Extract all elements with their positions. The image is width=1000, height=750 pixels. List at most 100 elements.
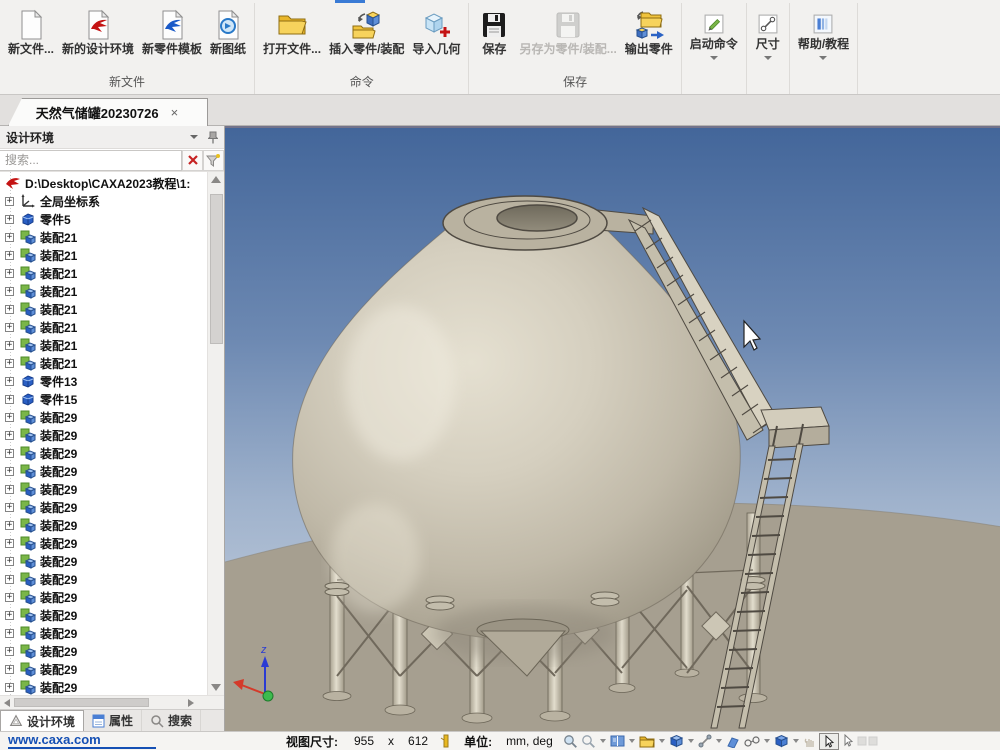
tree-item[interactable]: + 装配29 (0, 660, 207, 678)
chevron-down-icon[interactable] (600, 739, 606, 746)
tree-item[interactable]: + 装配29 (0, 444, 207, 462)
dimension-button[interactable]: 尺寸 (751, 5, 785, 65)
chevron-down-icon[interactable] (659, 739, 665, 746)
document-tab[interactable]: 天然气储罐20230726 × (8, 98, 208, 126)
expander-icon[interactable]: + (5, 251, 14, 260)
tree-item[interactable]: + 装配29 (0, 552, 207, 570)
tree-item[interactable]: + 装配29 (0, 678, 207, 695)
zoom-window-icon[interactable] (581, 734, 596, 749)
tree-item[interactable]: + 装配29 (0, 588, 207, 606)
tree-item[interactable]: + 装配29 (0, 642, 207, 660)
save-as-button[interactable]: 另存为零件/装配... (515, 5, 620, 58)
expander-icon[interactable]: + (5, 539, 14, 548)
expander-icon[interactable]: + (5, 557, 14, 566)
tree-item[interactable]: + 装配29 (0, 408, 207, 426)
open-folder-icon[interactable] (639, 735, 655, 748)
chevron-down-icon[interactable] (629, 739, 635, 746)
view-glasses-icon[interactable] (743, 735, 760, 747)
expander-icon[interactable]: + (5, 269, 14, 278)
tree-item[interactable]: + 装配29 (0, 462, 207, 480)
tree-item[interactable]: + 全局坐标系 (0, 192, 207, 210)
prism-icon[interactable] (726, 735, 740, 748)
tree-item[interactable]: + 装配21 (0, 228, 207, 246)
expander-icon[interactable]: + (5, 521, 14, 530)
import-geometry-button[interactable]: 导入几何 (408, 5, 464, 58)
search-input[interactable] (0, 150, 182, 171)
close-icon[interactable]: × (169, 105, 181, 120)
expander-icon[interactable]: + (5, 647, 14, 656)
save-button[interactable]: 保存 (473, 5, 515, 58)
expander-icon[interactable]: + (5, 575, 14, 584)
expander-icon[interactable]: + (5, 683, 14, 692)
new-file-button[interactable]: 新文件... (4, 5, 58, 58)
tree-item[interactable]: + D:\Desktop\CAXA2023教程\1: (0, 174, 207, 192)
tree-item[interactable]: + 装配21 (0, 336, 207, 354)
tree-item[interactable]: + 装配29 (0, 516, 207, 534)
zoom-icon[interactable] (563, 734, 578, 749)
expander-icon[interactable]: + (5, 629, 14, 638)
scroll-up-icon[interactable] (211, 176, 221, 183)
chevron-down-icon[interactable] (190, 135, 198, 143)
solid-cube-icon[interactable] (774, 734, 789, 748)
expander-icon[interactable]: + (5, 485, 14, 494)
clear-search-button[interactable] (182, 150, 203, 171)
tree-item[interactable]: + 装配29 (0, 624, 207, 642)
expander-icon[interactable]: + (5, 197, 14, 206)
expander-icon[interactable]: + (5, 413, 14, 422)
tab-design-environment[interactable]: 设计环境 (0, 710, 84, 731)
constraint-icon[interactable] (698, 734, 712, 748)
cursor-icon[interactable] (842, 734, 854, 748)
tree-item[interactable]: + 装配29 (0, 426, 207, 444)
help-tutorial-button[interactable]: 帮助/教程 (794, 5, 853, 65)
chevron-down-icon[interactable] (764, 739, 770, 746)
tree-item[interactable]: + 零件5 (0, 210, 207, 228)
expander-icon[interactable]: + (5, 593, 14, 602)
chevron-down-icon[interactable] (688, 739, 694, 746)
tree-item[interactable]: + 装配21 (0, 318, 207, 336)
new-drawing-button[interactable]: 新图纸 (206, 5, 250, 58)
tree-item[interactable]: + 装配21 (0, 264, 207, 282)
tree-item[interactable]: + 装配21 (0, 282, 207, 300)
tree-item[interactable]: + 零件13 (0, 372, 207, 390)
pan-icon[interactable] (803, 735, 816, 748)
expander-icon[interactable]: + (5, 467, 14, 476)
material-box-icon[interactable] (669, 734, 684, 748)
expander-icon[interactable]: + (5, 665, 14, 674)
expander-icon[interactable]: + (5, 431, 14, 440)
tree-item[interactable]: + 零件15 (0, 390, 207, 408)
tree-item[interactable]: + 装配29 (0, 498, 207, 516)
export-part-button[interactable]: 输出零件 (621, 5, 677, 58)
scroll-right-icon[interactable] (188, 699, 194, 707)
3d-viewport[interactable]: z (225, 126, 1000, 731)
tree-vertical-scrollbar[interactable] (207, 172, 224, 695)
tree-horizontal-scrollbar[interactable] (0, 695, 224, 709)
expander-icon[interactable]: + (5, 503, 14, 512)
new-design-environment-button[interactable]: 新的设计环境 (58, 5, 138, 58)
scrollbar-thumb[interactable] (210, 194, 223, 344)
tree-item[interactable]: + 装配21 (0, 354, 207, 372)
expander-icon[interactable]: + (5, 611, 14, 620)
tree-item[interactable]: + 装配29 (0, 480, 207, 498)
open-file-button[interactable]: 打开文件... (259, 5, 325, 58)
tree-item[interactable]: + 装配21 (0, 246, 207, 264)
scrollbar-thumb[interactable] (14, 698, 149, 707)
scroll-left-icon[interactable] (4, 699, 10, 707)
expander-icon[interactable]: + (5, 341, 14, 350)
expander-icon[interactable]: + (5, 323, 14, 332)
scroll-down-icon[interactable] (211, 684, 221, 691)
expander-icon[interactable]: + (5, 359, 14, 368)
filter-button[interactable] (203, 150, 224, 171)
tree-item[interactable]: + 装配29 (0, 606, 207, 624)
chevron-down-icon[interactable] (793, 739, 799, 746)
caxa-website-link[interactable]: www.caxa.com (8, 733, 156, 749)
tree-item[interactable]: + 装配21 (0, 300, 207, 318)
tree-item[interactable]: + 装配29 (0, 570, 207, 588)
launch-command-button[interactable]: 启动命令 (686, 5, 742, 65)
expander-icon[interactable]: + (5, 305, 14, 314)
tab-search[interactable]: 搜索 (142, 710, 201, 731)
expander-icon[interactable]: + (5, 287, 14, 296)
expander-icon[interactable]: + (5, 233, 14, 242)
tab-properties[interactable]: 属性 (84, 710, 142, 731)
pin-icon[interactable] (208, 131, 218, 144)
expander-icon[interactable]: + (5, 395, 14, 404)
